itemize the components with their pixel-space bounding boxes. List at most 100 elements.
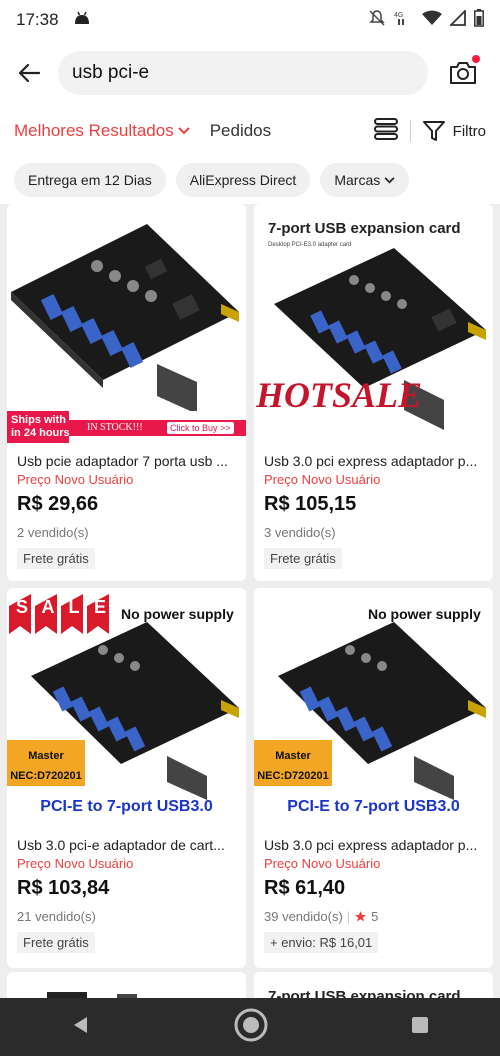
triangle-back-icon — [74, 1016, 87, 1033]
product-card[interactable]: 7-port USB expansion card — [254, 972, 493, 998]
in-stock-text: IN STOCK!!! — [87, 422, 143, 433]
sold-text: 39 vendido(s) — [264, 909, 343, 924]
new-user-price-label: Preço Novo Usuário — [264, 856, 381, 871]
wifi-icon — [422, 10, 442, 31]
camera-icon — [450, 62, 476, 84]
sale-letter: E — [93, 597, 106, 617]
new-user-price-label: Preço Novo Usuário — [17, 472, 134, 487]
sale-letter: L — [68, 597, 80, 617]
chip-delivery[interactable]: Entrega em 12 Dias — [14, 163, 166, 197]
product-card[interactable]: 7-port USB expansion card Desktop PCI-E3… — [254, 204, 493, 581]
master-badge: Master NEC:D720201 — [254, 746, 332, 786]
no-power-text: No power supply — [121, 606, 234, 622]
sale-letter: S — [15, 597, 28, 617]
sale-badge: S A L E — [13, 597, 113, 618]
filter-chips: Entrega em 12 Dias AliExpress Direct Mar… — [0, 156, 500, 204]
search-header: usb pci-e — [0, 40, 500, 106]
product-price: R$ 105,15 — [264, 493, 357, 515]
cell-signal-icon — [448, 8, 466, 31]
product-info: Usb 3.0 pci-e adaptador de cart... Preço… — [7, 827, 246, 953]
nav-home-button[interactable] — [233, 1007, 269, 1048]
product-card[interactable]: S A L E No power supply Master NEC:D7202… — [7, 588, 246, 968]
product-title: Usb pcie adaptador 7 porta usb ... — [17, 453, 228, 469]
product-price: R$ 29,66 — [17, 493, 99, 515]
status-bar: 17:38 4G — [0, 0, 500, 40]
no-power-text: No power supply — [368, 606, 481, 622]
sold-text: 2 vendido(s) — [17, 525, 89, 540]
back-button[interactable] — [0, 40, 58, 106]
home-circle-icon — [234, 1008, 268, 1041]
sale-letter: A — [41, 597, 55, 617]
chip-brands[interactable]: Marcas — [320, 163, 410, 197]
nav-recents-button[interactable] — [411, 1016, 429, 1039]
chip-label: Marcas — [334, 172, 381, 188]
sold-text: 3 vendido(s) — [264, 525, 336, 540]
divider — [409, 120, 411, 142]
product-image — [47, 992, 137, 998]
star-icon — [355, 911, 367, 922]
sort-bar: Melhores Resultados Pedidos Filtro — [0, 106, 500, 156]
sold-count: 39 vendido(s) | 5 — [264, 909, 483, 924]
image-search-button[interactable] — [428, 40, 498, 106]
filter-button[interactable]: Filtro — [422, 120, 486, 142]
shipping-tag: Frete grátis — [17, 548, 95, 569]
hotsale-text: HOTSALE — [256, 375, 423, 415]
chip-aliexpress-direct[interactable]: AliExpress Direct — [175, 163, 311, 197]
search-input[interactable]: usb pci-e — [58, 51, 428, 95]
product-image: Ships with in 24 hours IN STOCK!!! Click… — [7, 204, 246, 443]
product-card[interactable]: Ships with in 24 hours IN STOCK!!! Click… — [7, 204, 246, 581]
product-card[interactable]: No power supply Master NEC:D720201 PCI-E… — [254, 588, 493, 968]
master-badge: Master NEC:D720201 — [7, 746, 85, 786]
notification-dot — [472, 55, 480, 63]
sold-count: 2 vendido(s) — [17, 525, 236, 540]
pcie-card-illustration — [11, 224, 239, 414]
rating-value: 5 — [371, 909, 379, 924]
image-heading: 7-port USB expansion card — [268, 988, 461, 998]
ships-badge: Ships with in 24 hours — [11, 414, 70, 440]
product-price: R$ 103,84 — [17, 877, 110, 899]
sold-count: 21 vendido(s) — [17, 909, 236, 924]
product-image: No power supply Master NEC:D720201 PCI-E… — [254, 588, 493, 827]
chip-label: Entrega em 12 Dias — [28, 172, 152, 188]
mute-icon — [368, 9, 386, 32]
arrow-left-icon — [18, 63, 40, 83]
sort-orders[interactable]: Pedidos — [210, 121, 271, 141]
ships-text: Ships with — [11, 414, 66, 426]
product-info: Usb 3.0 pci express adaptador p... Preço… — [254, 827, 493, 953]
product-info: Usb pcie adaptador 7 porta usb ... Preço… — [7, 443, 246, 569]
system-nav-bar — [0, 998, 500, 1056]
square-recents-icon — [412, 1016, 428, 1033]
nec-text: NEC:D720201 — [257, 770, 329, 782]
search-query-text: usb pci-e — [72, 62, 150, 83]
battery-icon — [474, 8, 484, 32]
shipping-tag: + envio: R$ 16,01 — [264, 932, 379, 953]
chevron-down-icon — [384, 176, 395, 183]
list-view-button[interactable] — [373, 117, 398, 145]
product-title: Usb 3.0 pci express adaptador p... — [264, 837, 478, 853]
product-image: S A L E No power supply Master NEC:D7202… — [7, 588, 246, 827]
4g-signal-icon: 4G — [394, 9, 414, 32]
product-title: Usb 3.0 pci-e adaptador de cart... — [17, 837, 225, 853]
nav-back-button[interactable] — [71, 1015, 91, 1040]
chip-label: AliExpress Direct — [189, 172, 297, 188]
sort-best-results[interactable]: Melhores Resultados — [14, 121, 190, 141]
separator: | — [346, 909, 351, 924]
svg-text:4G: 4G — [394, 12, 403, 19]
sort-best-label: Melhores Resultados — [14, 121, 174, 140]
product-title: Usb 3.0 pci express adaptador p... — [264, 453, 478, 469]
click-to-buy-text: Click to Buy >> — [167, 422, 234, 434]
shipping-tag: Frete grátis — [17, 932, 95, 953]
product-info: Usb 3.0 pci express adaptador p... Preço… — [254, 443, 493, 569]
list-view-icon — [373, 117, 398, 140]
filter-icon — [422, 121, 445, 141]
product-image: 7-port USB expansion card Desktop PCI-E3… — [254, 204, 493, 443]
master-text: Master — [28, 750, 64, 762]
image-caption: PCI-E to 7-port USB3.0 — [287, 798, 460, 815]
product-card[interactable] — [7, 972, 246, 998]
new-user-price-label: Preço Novo Usuário — [264, 472, 381, 487]
ships-text: in 24 hours — [11, 427, 70, 439]
image-caption: PCI-E to 7-port USB3.0 — [40, 798, 213, 815]
filter-label: Filtro — [452, 122, 486, 140]
master-text: Master — [275, 750, 311, 762]
sold-text: 21 vendido(s) — [17, 909, 96, 924]
